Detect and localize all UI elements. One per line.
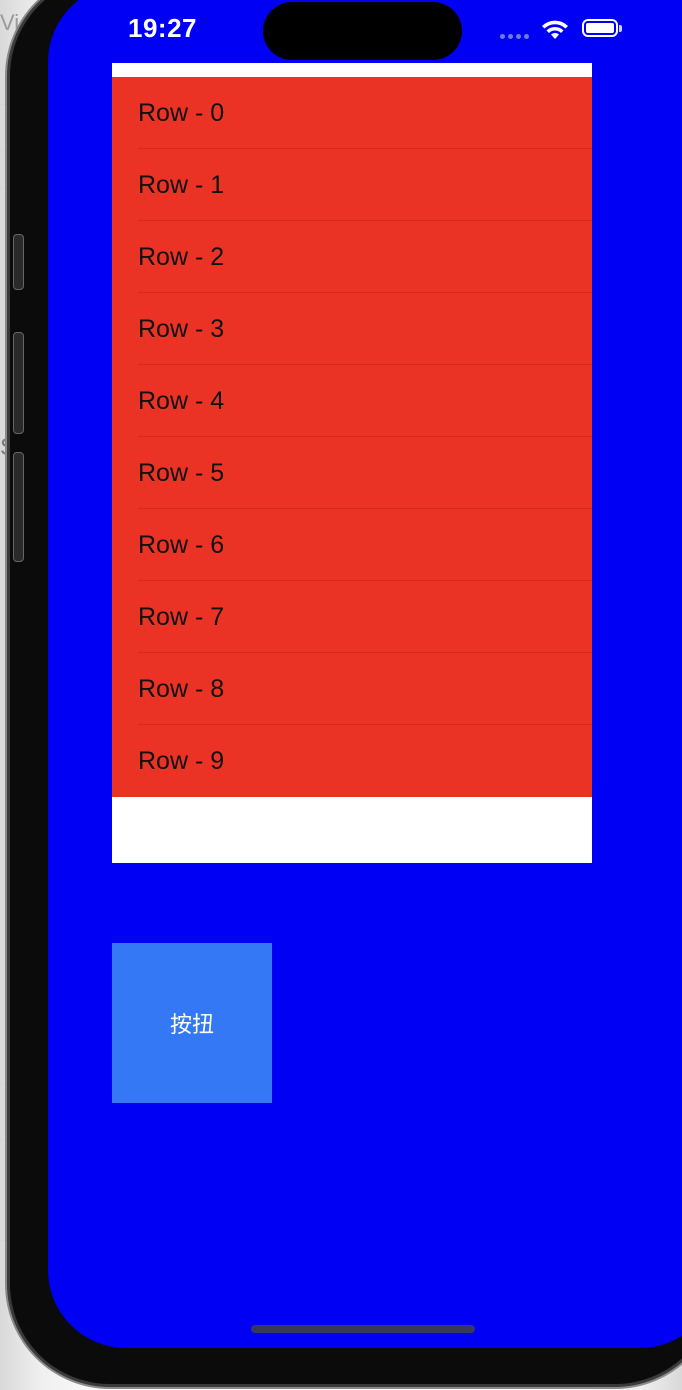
table-row-label: Row - 7 [138, 602, 225, 631]
table-row[interactable]: Row - 3 [112, 293, 592, 365]
table-row-label: Row - 8 [138, 674, 225, 703]
iphone-device-frame: 19:27 Row - 0 Row - 1 Row - 2 Row - 3 Row - … [10, 0, 682, 1384]
wifi-icon [542, 20, 568, 39]
simulator-stage: Vie S 19:27 Row - 0 Row - 1Row - 2 Row -… [0, 0, 682, 1390]
table-row[interactable]: Row - 1 [112, 149, 592, 221]
status-time: 19:27 [128, 13, 197, 43]
table-row-label: Row - 1 [138, 170, 225, 199]
table-row[interactable]: Row - 6 [112, 509, 592, 581]
table-row[interactable]: Row - 4 [112, 365, 592, 437]
home-indicator[interactable] [251, 1325, 475, 1333]
table-row-label: Row - 5 [138, 458, 225, 487]
volume-down-button[interactable] [13, 452, 24, 562]
table-view[interactable]: Row - 0 Row - 1 Row - 2 Row - 3 Row - 4 Row -… [112, 63, 592, 863]
table-row[interactable]: Row - 2 [112, 221, 592, 293]
mute-switch[interactable] [13, 234, 24, 290]
table-row-label: Row - 9 [138, 746, 225, 775]
cellular-dots-icon [500, 34, 529, 39]
volume-up-button[interactable] [13, 332, 24, 434]
table-row[interactable]: Row - 9 [112, 725, 592, 797]
table-row-label: Row - 2 [138, 242, 225, 271]
dynamic-island [263, 2, 462, 60]
table-row[interactable]: Row - 7 [112, 581, 592, 653]
table-rows: Row - 0 Row - 1 Row - 2 Row - 3 Row - 4 Row -… [112, 77, 592, 797]
table-row-label: Row - 3 [138, 314, 225, 343]
table-row-label: Row - 0 [138, 98, 225, 127]
table-row-label: Row - 4 [138, 386, 225, 415]
action-button[interactable]: 按扭 [112, 943, 272, 1103]
table-row[interactable]: Row - 8 [112, 653, 592, 725]
table-row-label: Row - 6 [138, 530, 225, 559]
table-row[interactable]: Row - 0 [112, 77, 592, 149]
battery-icon [582, 19, 622, 37]
app-screen: 19:27 Row - 0 Row - 1 Row - 2 Row - 3 Row - … [48, 0, 682, 1348]
table-row[interactable]: Row - 5 [112, 437, 592, 509]
